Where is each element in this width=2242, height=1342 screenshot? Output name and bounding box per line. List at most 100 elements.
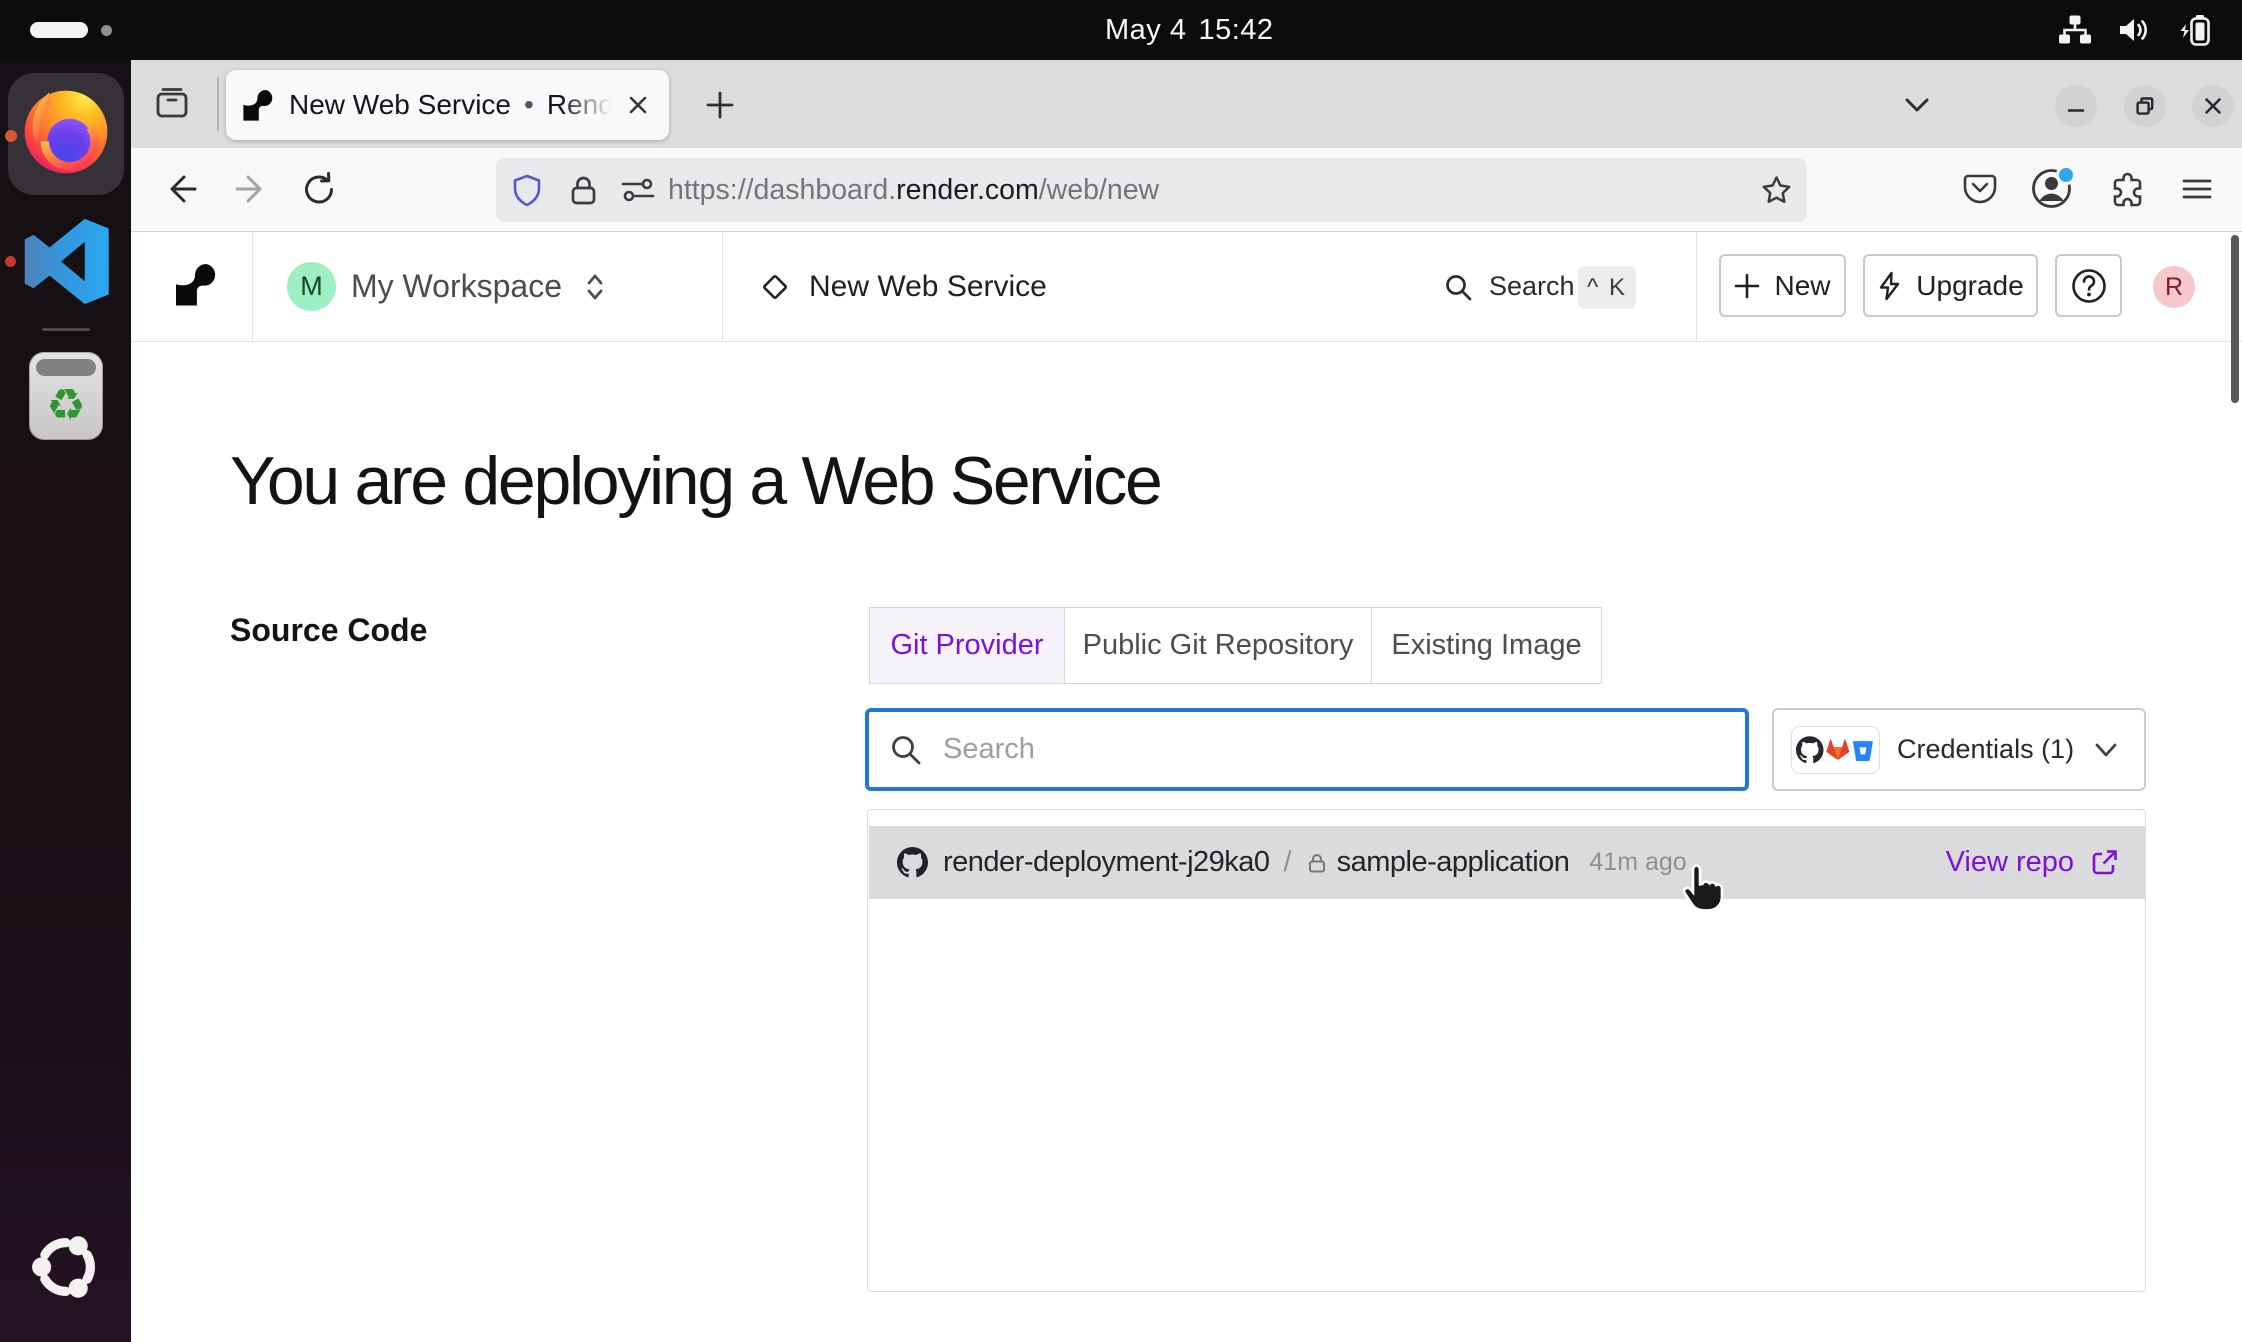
search-shortcut-label: ^ K [1587,274,1627,302]
tab-label: Existing Image [1391,629,1581,662]
provider-icons [1791,726,1880,774]
user-avatar[interactable]: R [2153,266,2195,308]
credentials-label: Credentials (1) [1897,734,2074,765]
global-search-button[interactable]: Search [1443,232,1575,341]
repository-list: render-deployment-j29ka0 / sample-applic… [867,809,2146,1292]
breadcrumb-label: New Web Service [809,270,1047,304]
search-placeholder: Search [943,733,1035,766]
workspace-caret-icon[interactable] [579,270,611,304]
render-app-header: M My Workspace New Web Service Search [131,232,2242,342]
window-maximize-button[interactable] [2124,85,2166,127]
firefox-icon[interactable] [19,84,113,178]
tab-separator [217,77,219,131]
browser-toolbar: https://dashboard.render.com/web/new [131,148,2242,232]
bitbucket-icon [1851,737,1875,763]
page-scrollbar-thumb[interactable] [2231,235,2239,403]
url-bar[interactable]: https://dashboard.render.com/web/new [496,158,1807,222]
clock-time: 15:42 [1198,14,1273,47]
desktop-screen: May 4 15:42 [0,0,2242,1342]
permissions-icon[interactable] [621,175,655,205]
github-icon [1796,735,1824,765]
service-diamond-icon [760,272,790,302]
source-code-label: Source Code [230,612,427,649]
repo-updated-time: 41m ago [1589,848,1686,877]
workspace-avatar-letter: M [300,271,323,302]
view-repo-link[interactable]: View repo [1946,846,2074,879]
breadcrumb-service-name: New Web Service [809,232,1047,341]
firefox-running-dot [5,130,17,142]
forward-icon[interactable] [232,170,270,208]
trash-icon[interactable]: ♻ [29,352,103,440]
workspace-dot [101,25,112,36]
search-icon [889,733,922,766]
active-tab[interactable]: New Web Service • Rend [226,70,669,140]
vscode-icon[interactable] [23,218,110,305]
clock[interactable]: May 4 15:42 [1105,0,1274,60]
new-button[interactable]: New [1719,254,1846,317]
url-prefix: https://dashboard. [668,174,896,206]
plus-icon [1734,273,1760,299]
lock-icon[interactable] [568,174,599,207]
workspace-selector[interactable]: My Workspace [351,232,562,341]
mouse-cursor [1677,862,1725,914]
pocket-icon[interactable] [1962,171,1998,207]
network-icon [2058,14,2092,46]
header-divider [722,232,723,341]
window-minimize-button[interactable] [2055,85,2097,127]
reload-icon[interactable] [300,170,338,208]
header-divider [1696,232,1697,341]
account-icon[interactable] [2030,167,2073,210]
repo-owner: render-deployment-j29ka0 [943,846,1270,879]
render-favicon [243,90,274,121]
firefox-view-icon[interactable] [155,86,189,120]
search-shortcut-badge: ^ K [1578,266,1636,309]
tab-close-icon[interactable] [623,90,653,120]
user-avatar-letter: R [2165,273,2183,302]
window-close-button[interactable] [2192,85,2234,127]
repo-search-input[interactable]: Search [865,708,1749,791]
activities-indicator[interactable] [30,22,112,39]
tab-label: Git Provider [890,629,1043,662]
render-logo[interactable] [176,264,217,306]
extensions-icon[interactable] [2109,171,2145,207]
external-link-icon [2089,847,2120,878]
back-icon[interactable] [162,170,200,208]
tab-public-git-repository[interactable]: Public Git Repository [1065,607,1372,684]
bookmark-star-icon[interactable] [1760,174,1793,207]
search-icon [1443,272,1473,302]
dock: ♻ [0,60,131,1342]
hamburger-menu-icon[interactable] [2179,171,2215,207]
new-tab-button[interactable] [704,89,736,121]
clock-date: May 4 [1105,14,1186,47]
upgrade-button-label: Upgrade [1916,270,2023,302]
help-button[interactable] [2055,254,2122,317]
ubuntu-logo-icon[interactable] [27,1228,105,1306]
list-all-tabs-chevron-icon[interactable] [1901,93,1933,117]
github-icon [897,847,928,878]
header-divider [252,232,253,341]
trash-lid [36,359,96,376]
workspace-name: My Workspace [351,268,562,305]
system-top-bar: May 4 15:42 [0,0,2242,60]
account-notification-dot [2056,165,2076,185]
tab-title-separator: • [524,89,534,121]
tab-existing-image[interactable]: Existing Image [1372,607,1602,684]
tab-git-provider[interactable]: Git Provider [869,607,1065,684]
tracking-shield-icon[interactable] [511,173,543,207]
repo-separator: / [1284,846,1292,879]
url-text[interactable]: https://dashboard.render.com/web/new [668,174,1159,207]
workspace-avatar[interactable]: M [287,262,336,311]
dock-separator [42,328,90,331]
system-status-area[interactable] [2058,0,2214,60]
new-button-label: New [1774,270,1830,302]
source-tabs: Git Provider Public Git Repository Exist… [869,607,1602,684]
url-domain: render.com [896,174,1039,206]
repository-row[interactable]: render-deployment-j29ka0 / sample-applic… [869,826,2146,899]
battery-icon [2177,14,2214,46]
url-path: /web/new [1039,174,1159,206]
upgrade-button[interactable]: Upgrade [1863,254,2038,317]
repo-name: sample-application [1337,846,1570,879]
credentials-dropdown[interactable]: Credentials (1) [1772,708,2146,791]
page-content: M My Workspace New Web Service Search [131,232,2242,1342]
private-repo-lock-icon [1306,852,1328,874]
